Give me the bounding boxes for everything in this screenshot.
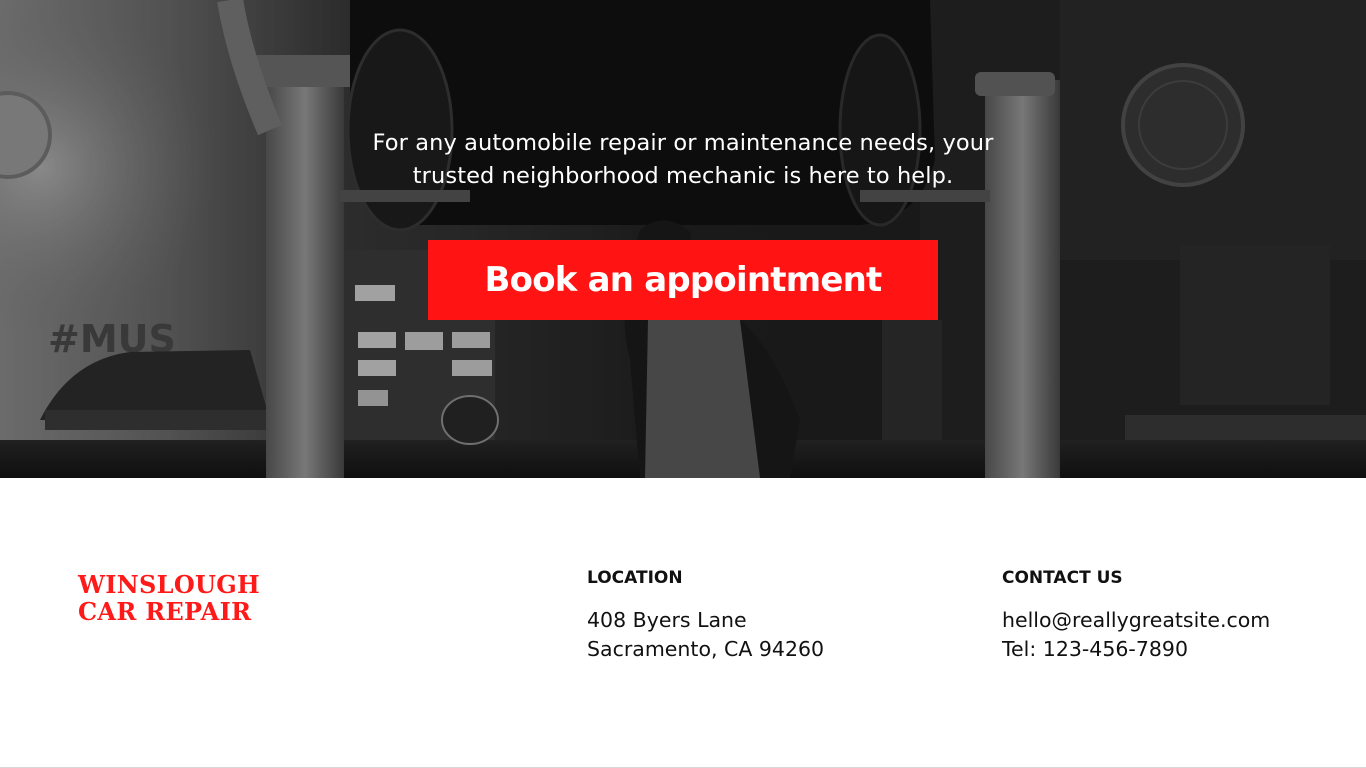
landing-page: #MUS For any automobile repair or mainte…	[0, 0, 1366, 768]
location-heading: LOCATION	[587, 568, 683, 588]
book-appointment-button[interactable]: Book an appointment	[428, 240, 938, 320]
brand-name-line-1: WINSLOUGH	[78, 570, 261, 599]
address-line-2: Sacramento, CA 94260	[587, 637, 825, 661]
hero-tagline-line-2: trusted neighborhood mechanic is here to…	[412, 163, 954, 189]
hero-tagline-line-1: For any automobile repair or maintenance…	[372, 130, 994, 156]
contact-email-link[interactable]: hello@reallygreatsite.com	[1002, 606, 1270, 635]
hero-section: #MUS For any automobile repair or mainte…	[0, 0, 1366, 478]
address-line-1: 408 Byers Lane	[587, 608, 747, 632]
brand-logo: WINSLOUGH CAR REPAIR	[78, 571, 260, 625]
contact-heading: CONTACT US	[1002, 568, 1123, 588]
brand-name-line-2: CAR REPAIR	[78, 597, 252, 626]
location-section: LOCATION 408 Byers Lane Sacramento, CA 9…	[587, 568, 824, 664]
garage-background-image: #MUS	[0, 0, 1366, 478]
hero-tagline: For any automobile repair or maintenance…	[343, 127, 1023, 193]
contact-section: CONTACT US hello@reallygreatsite.com Tel…	[1002, 568, 1270, 664]
footer: WINSLOUGH CAR REPAIR LOCATION 408 Byers …	[0, 478, 1366, 768]
contact-phone[interactable]: Tel: 123-456-7890	[1002, 635, 1270, 664]
